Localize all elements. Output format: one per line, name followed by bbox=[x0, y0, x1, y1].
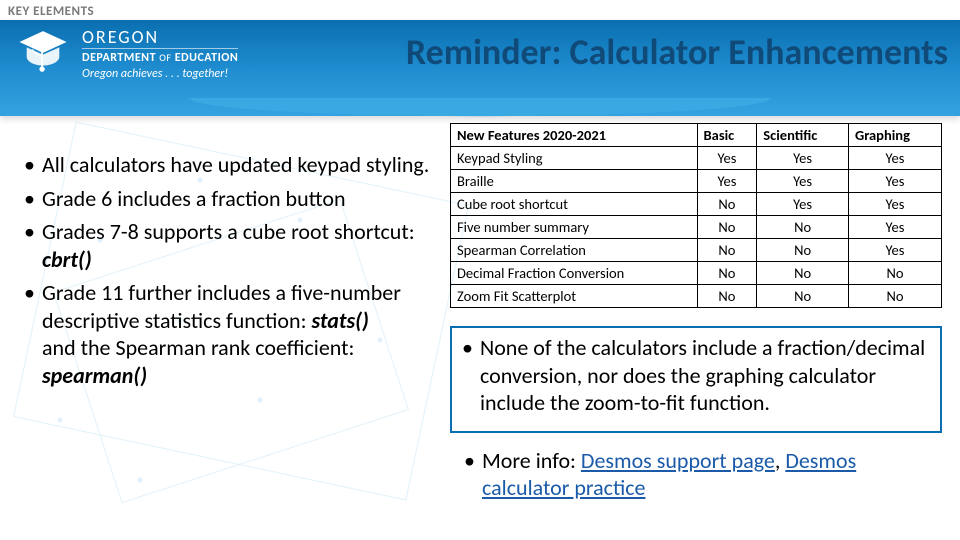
callout-box: None of the calculators include a fracti… bbox=[450, 326, 942, 433]
more-info-label: More info: bbox=[482, 447, 581, 474]
feature-value-cell: Yes bbox=[697, 147, 757, 170]
feature-value-cell: No bbox=[757, 285, 849, 308]
feature-value-cell: No bbox=[757, 262, 849, 285]
feature-value-cell: No bbox=[697, 193, 757, 216]
logo-text-block: OREGON DEPARTMENT OF EDUCATION Oregon ac… bbox=[82, 28, 238, 80]
feature-value-cell: No bbox=[757, 239, 849, 262]
feature-value-cell: Yes bbox=[757, 170, 849, 193]
feature-value-cell: Yes bbox=[848, 147, 941, 170]
feature-value-cell: Yes bbox=[848, 170, 941, 193]
col-header: Scientific bbox=[757, 124, 849, 147]
more-info-item: More info: Desmos support page, Desmos c… bbox=[464, 447, 942, 502]
feature-value-cell: Yes bbox=[848, 193, 941, 216]
more-info-list: More info: Desmos support page, Desmos c… bbox=[450, 447, 942, 502]
table-row: Spearman CorrelationNoNoYes bbox=[451, 239, 942, 262]
col-header: New Features 2020-2021 bbox=[451, 124, 698, 147]
feature-value-cell: Yes bbox=[757, 147, 849, 170]
col-header: Graphing bbox=[848, 124, 941, 147]
feature-value-cell: Yes bbox=[848, 239, 941, 262]
table-header-row: New Features 2020-2021 Basic Scientific … bbox=[451, 124, 942, 147]
list-item: Grade 6 includes a fraction button bbox=[24, 185, 432, 213]
logo-tagline: Oregon achieves . . . together! bbox=[82, 68, 238, 80]
feature-value-cell: No bbox=[848, 285, 941, 308]
feature-name-cell: Cube root shortcut bbox=[451, 193, 698, 216]
callout-text: None of the calculators include a fracti… bbox=[462, 334, 930, 417]
right-column: New Features 2020-2021 Basic Scientific … bbox=[440, 145, 960, 540]
content-area: All calculators have updated keypad styl… bbox=[0, 145, 960, 540]
feature-value-cell: Yes bbox=[697, 170, 757, 193]
table-row: Zoom Fit ScatterplotNoNoNo bbox=[451, 285, 942, 308]
graduation-cap-icon bbox=[14, 22, 72, 85]
desmos-support-link[interactable]: Desmos support page bbox=[581, 447, 775, 474]
feature-name-cell: Decimal Fraction Conversion bbox=[451, 262, 698, 285]
feature-value-cell: Yes bbox=[757, 193, 849, 216]
table-row: Keypad StylingYesYesYes bbox=[451, 147, 942, 170]
feature-name-cell: Zoom Fit Scatterplot bbox=[451, 285, 698, 308]
feature-name-cell: Spearman Correlation bbox=[451, 239, 698, 262]
feature-value-cell: No bbox=[848, 262, 941, 285]
feature-value-cell: No bbox=[697, 285, 757, 308]
table-row: Cube root shortcutNoYesYes bbox=[451, 193, 942, 216]
table-row: BrailleYesYesYes bbox=[451, 170, 942, 193]
feature-value-cell: No bbox=[697, 262, 757, 285]
oregon-doe-logo: OREGON DEPARTMENT OF EDUCATION Oregon ac… bbox=[14, 22, 238, 85]
feature-value-cell: No bbox=[757, 216, 849, 239]
feature-value-cell: No bbox=[697, 216, 757, 239]
slide-title: Reminder: Calculator Enhancements bbox=[406, 30, 948, 74]
table-row: Decimal Fraction ConversionNoNoNo bbox=[451, 262, 942, 285]
feature-name-cell: Braille bbox=[451, 170, 698, 193]
feature-name-cell: Keypad Styling bbox=[451, 147, 698, 170]
feature-value-cell: Yes bbox=[848, 216, 941, 239]
left-column: All calculators have updated keypad styl… bbox=[0, 145, 440, 540]
list-item: Grade 11 further includes a five-number … bbox=[24, 279, 432, 389]
features-table: New Features 2020-2021 Basic Scientific … bbox=[450, 123, 942, 308]
logo-dept-line: DEPARTMENT OF EDUCATION bbox=[82, 52, 238, 64]
left-bullet-list: All calculators have updated keypad styl… bbox=[24, 151, 432, 389]
col-header: Basic bbox=[697, 124, 757, 147]
feature-value-cell: No bbox=[697, 239, 757, 262]
logo-state-name: OREGON bbox=[82, 28, 238, 49]
key-elements-label: KEY ELEMENTS bbox=[8, 4, 94, 19]
feature-name-cell: Five number summary bbox=[451, 216, 698, 239]
list-item: All calculators have updated keypad styl… bbox=[24, 151, 432, 179]
table-row: Five number summaryNoNoYes bbox=[451, 216, 942, 239]
list-item: Grades 7-8 supports a cube root shortcut… bbox=[24, 218, 432, 273]
